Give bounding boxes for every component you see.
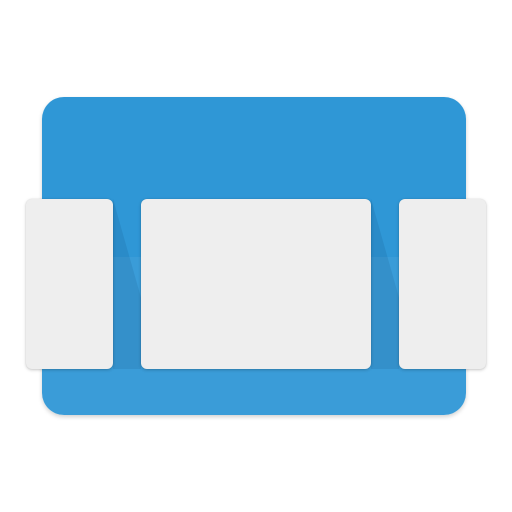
card-right xyxy=(399,199,486,369)
carousel-view-icon xyxy=(0,0,512,512)
card-left xyxy=(26,199,113,369)
card-center xyxy=(141,199,371,369)
